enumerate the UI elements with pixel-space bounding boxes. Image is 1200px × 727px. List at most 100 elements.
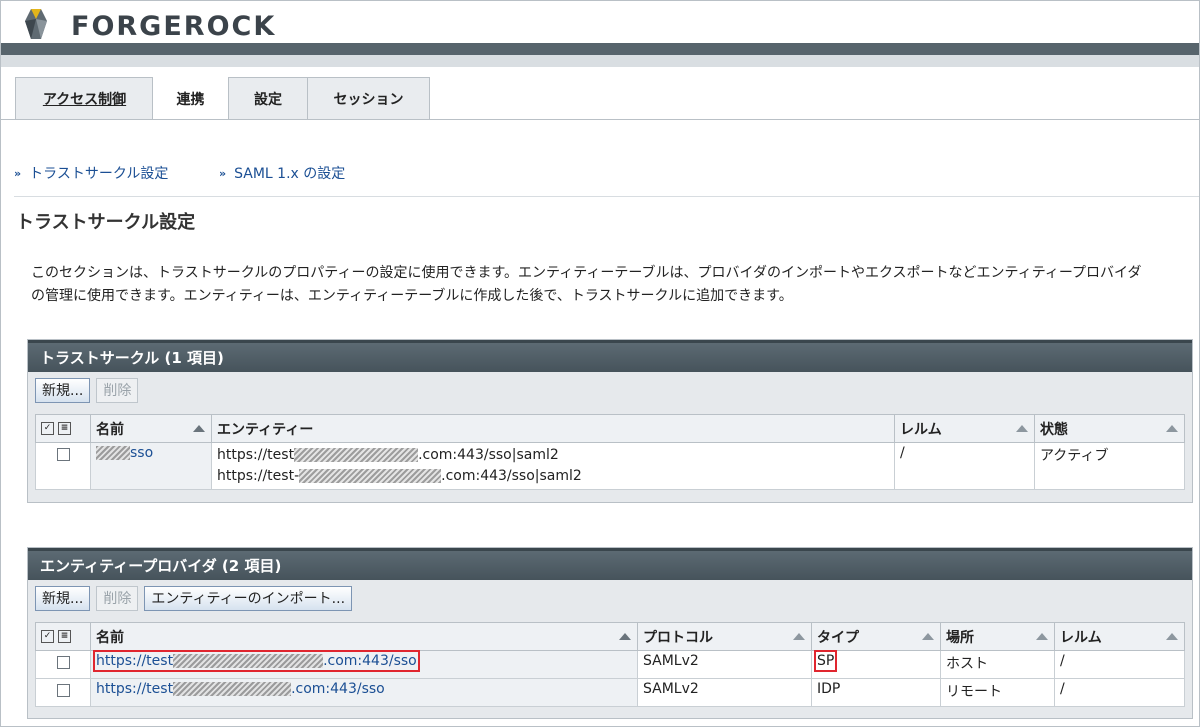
description-line: このセクションは、トラストサークルのプロパティーの設定に使用できます。エンティテ…	[31, 265, 1142, 281]
brand-name: FORGEROCK	[71, 11, 277, 42]
realm-cell: /	[894, 442, 1035, 490]
link-text: sso	[130, 445, 154, 461]
page-title: トラストサークル設定	[16, 212, 196, 233]
sort-ascending-icon[interactable]	[619, 633, 631, 640]
row-select-cell	[35, 650, 91, 679]
select-all-icon[interactable]: ✓	[41, 422, 54, 435]
entity-text: https://test	[217, 447, 295, 463]
location-cell: リモート	[940, 678, 1055, 707]
column-label: レルム	[900, 421, 942, 438]
sort-icon[interactable]	[793, 633, 805, 640]
jump-link-saml1-settings[interactable]: » SAML 1.x の設定	[219, 163, 345, 183]
tab-configuration[interactable]: 設定	[229, 77, 307, 120]
table-row: sso https://test .com:443/sso|saml2 https…	[35, 442, 1185, 490]
entity-value: https://test .com:443/sso|saml2	[217, 445, 889, 466]
chevron-down-icon: »	[14, 166, 22, 180]
cot-table: ✓ ≡ 名前 エンティティー レルム 状態 sso https://test .co…	[35, 414, 1185, 490]
entity-value: https://test- .com:443/sso|saml2	[217, 466, 889, 487]
new-cot-button[interactable]: 新規...	[35, 377, 91, 403]
divider	[14, 196, 1199, 197]
entity-cell: https://test .com:443/sso|saml2 https://t…	[211, 442, 895, 490]
tab-label: 連携	[176, 91, 205, 108]
sort-icon[interactable]	[1036, 633, 1048, 640]
row-checkbox[interactable]	[56, 448, 70, 461]
jump-link-label: SAML 1.x の設定	[234, 166, 346, 182]
import-entity-button[interactable]: エンティティーのインポート...	[144, 585, 353, 611]
column-header-location[interactable]: 場所	[940, 622, 1055, 651]
header-band	[1, 43, 1199, 55]
location-cell: ホスト	[940, 650, 1055, 679]
tab-access-control[interactable]: アクセス制御	[17, 77, 152, 120]
status-cell: アクティブ	[1034, 442, 1185, 490]
entity-name-link[interactable]: https://test .com:443/sso	[93, 650, 420, 672]
sort-icon[interactable]	[1166, 425, 1178, 432]
column-label: レルム	[1060, 629, 1102, 646]
redacted-text	[96, 446, 130, 460]
sort-icon[interactable]	[1016, 425, 1028, 432]
column-header-name[interactable]: 名前	[90, 622, 638, 651]
sort-icon[interactable]	[1166, 633, 1178, 640]
tab-bar: アクセス制御 連携 設定 セッション	[1, 67, 1199, 120]
protocol-cell: SAMLv2	[637, 678, 812, 707]
header-subband	[1, 55, 1199, 67]
select-column-header: ✓ ≡	[35, 622, 91, 651]
redacted-text	[299, 469, 442, 483]
tab-sessions[interactable]: セッション	[307, 77, 429, 120]
name-cell: https://test .com:443/sso	[90, 678, 638, 707]
delete-entity-button[interactable]: 削除	[96, 585, 139, 611]
deselect-all-icon[interactable]: ≡	[58, 630, 71, 643]
protocol-cell: SAMLv2	[637, 650, 812, 679]
entity-table: ✓ ≡ 名前 プロトコル タイプ 場所 レルム https://test .com:…	[35, 622, 1185, 707]
entity-text: .com:443/sso|saml2	[418, 447, 559, 463]
cot-panel-title: トラストサークル (1 項目)	[28, 340, 1192, 372]
realm-cell: /	[1054, 650, 1185, 679]
cot-name-link[interactable]: sso	[96, 445, 153, 461]
jump-link-label: トラストサークル設定	[29, 166, 169, 182]
select-all-icon[interactable]: ✓	[41, 630, 54, 643]
link-text: https://test	[96, 653, 174, 669]
column-header-realm[interactable]: レルム	[1054, 622, 1185, 651]
deselect-all-icon[interactable]: ≡	[58, 422, 71, 435]
entity-panel-title: エンティティープロバイダ (2 項目)	[28, 548, 1192, 580]
delete-cot-button[interactable]: 削除	[96, 377, 139, 403]
column-label: プロトコル	[643, 629, 713, 646]
column-header-type[interactable]: タイプ	[811, 622, 941, 651]
name-cell: sso	[90, 442, 212, 490]
column-label: エンティティー	[217, 421, 314, 438]
column-header-status[interactable]: 状態	[1034, 414, 1185, 443]
column-header-realm[interactable]: レルム	[894, 414, 1035, 443]
new-entity-button[interactable]: 新規...	[35, 585, 91, 611]
chevron-down-icon: »	[219, 166, 227, 180]
forgerock-logo-icon	[25, 9, 47, 39]
tab-federation[interactable]: 連携	[152, 77, 229, 120]
jump-link-cot-settings[interactable]: » トラストサークル設定	[14, 163, 168, 183]
column-header-name[interactable]: 名前	[90, 414, 212, 443]
entity-button-row: 新規... 削除 エンティティーのインポート...	[28, 580, 1192, 616]
sort-icon[interactable]	[922, 633, 934, 640]
column-label: 名前	[96, 629, 124, 646]
name-cell: https://test .com:443/sso	[90, 650, 638, 679]
entity-text: .com:443/sso|saml2	[441, 468, 582, 484]
cot-panel: トラストサークル (1 項目) 新規... 削除 ✓ ≡ 名前 エンティティー レ…	[27, 339, 1193, 503]
section-description: このセクションは、トラストサークルのプロパティーの設定に使用できます。エンティテ…	[31, 262, 1191, 308]
redacted-text	[294, 448, 419, 462]
row-select-cell	[35, 678, 91, 707]
column-label: 場所	[946, 629, 974, 646]
entity-name-link[interactable]: https://test .com:443/sso	[96, 681, 385, 697]
row-checkbox[interactable]	[56, 684, 70, 697]
row-select-cell	[35, 442, 91, 490]
tab-label: アクセス制御	[42, 91, 127, 108]
link-text: .com:443/sso	[291, 681, 385, 697]
type-cell: SP	[811, 650, 941, 679]
select-column-header: ✓ ≡	[35, 414, 91, 443]
cot-button-row: 新規... 削除	[28, 372, 1192, 408]
column-header-entity: エンティティー	[211, 414, 895, 443]
sort-ascending-icon[interactable]	[193, 425, 205, 432]
table-header-row: ✓ ≡ 名前 エンティティー レルム 状態	[35, 414, 1185, 443]
row-checkbox[interactable]	[56, 656, 70, 669]
type-cell: IDP	[811, 678, 941, 707]
realm-cell: /	[1054, 678, 1185, 707]
column-label: タイプ	[817, 629, 859, 646]
tab-divider	[1, 119, 1199, 120]
column-header-protocol[interactable]: プロトコル	[637, 622, 812, 651]
